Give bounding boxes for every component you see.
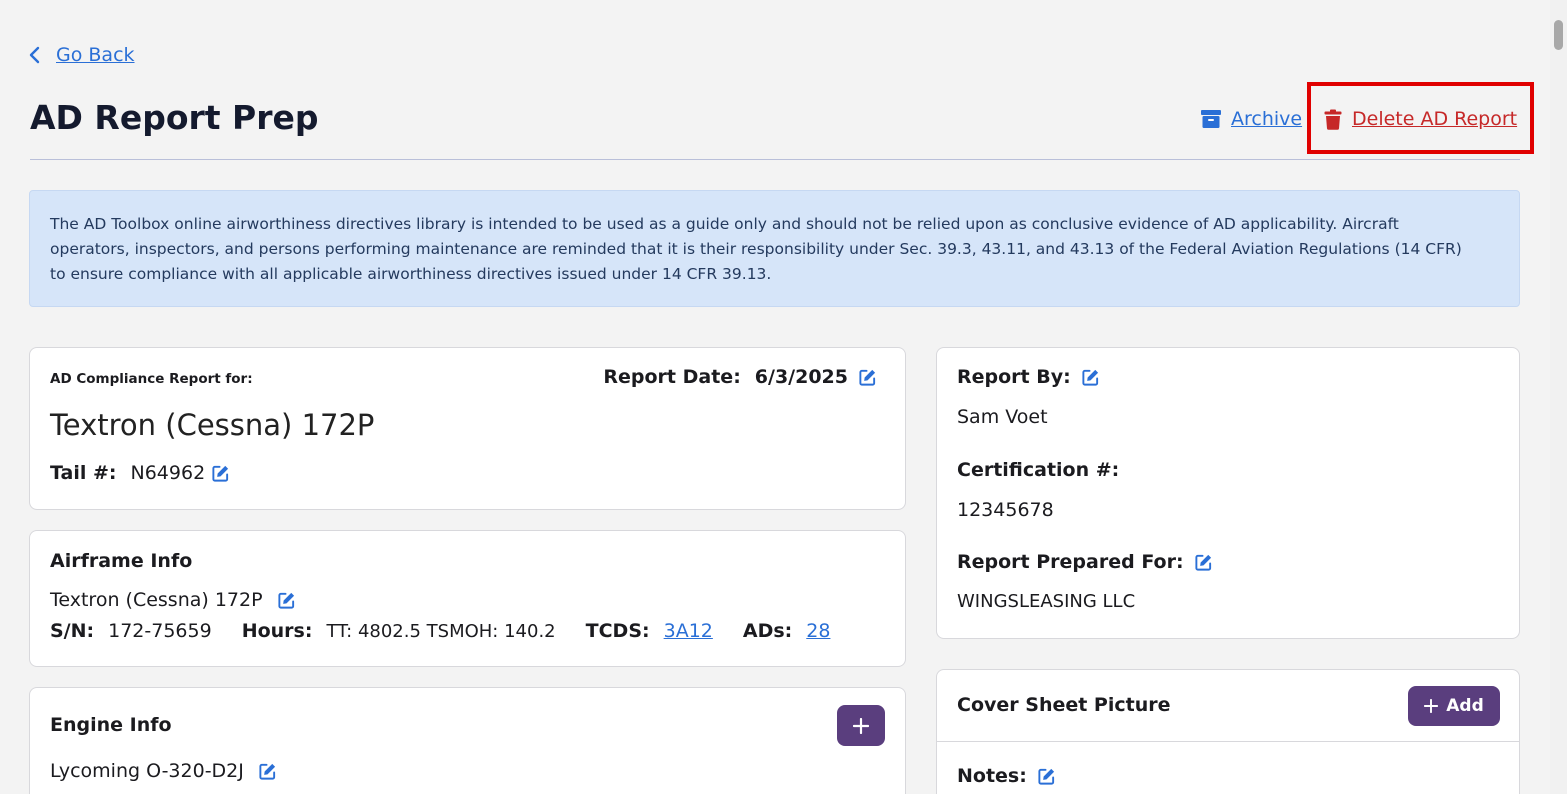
tcds-label: TCDS:: [585, 620, 650, 642]
airframe-details: S/N: 172-75659 Hours: TT: 4802.5 TSMOH: …: [50, 620, 830, 642]
plus-icon: [853, 717, 869, 734]
airframe-model: Textron (Cessna) 172P: [50, 589, 263, 611]
report-by-name: Sam Voet: [957, 406, 1048, 428]
certification-label: Certification #:: [957, 459, 1120, 481]
notes-label: Notes:: [957, 765, 1027, 787]
airframe-title: Airframe Info: [50, 550, 193, 572]
aircraft-name: Textron (Cessna) 172P: [50, 408, 375, 442]
tail-label: Tail #:: [50, 462, 117, 484]
tail-value: N64962: [130, 462, 206, 484]
disclaimer-banner: The AD Toolbox online airworthiness dire…: [29, 190, 1520, 307]
plus-icon: [1424, 699, 1439, 713]
ads-label: ADs:: [742, 620, 793, 642]
report-card: AD Compliance Report for: Report Date: 6…: [29, 347, 906, 510]
disclaimer-line-2: operators, inspectors, and persons perfo…: [50, 240, 1462, 258]
report-for-label: AD Compliance Report for:: [50, 371, 253, 387]
engine-model: Lycoming O-320-D2J: [50, 760, 244, 782]
engine-title: Engine Info: [50, 714, 172, 736]
report-date-label: Report Date:: [603, 366, 741, 388]
edit-engine-icon[interactable]: [258, 762, 277, 781]
go-back-label: Go Back: [56, 44, 135, 66]
cover-sheet-title: Cover Sheet Picture: [957, 694, 1171, 716]
add-engine-button[interactable]: [837, 705, 885, 746]
airframe-card: Airframe Info Textron (Cessna) 172P S/N:…: [29, 530, 906, 667]
prepared-for-row: Report Prepared For:: [957, 551, 1213, 573]
add-cover-button[interactable]: Add: [1408, 686, 1500, 726]
report-by-label: Report By:: [957, 366, 1071, 388]
edit-prepared-for-icon[interactable]: [1194, 553, 1213, 572]
tail-number: Tail #: N64962: [50, 462, 230, 484]
header-divider: [30, 159, 1520, 160]
airframe-model-row: Textron (Cessna) 172P: [50, 589, 296, 611]
disclaimer-line-3: to ensure compliance with all applicable…: [50, 265, 772, 283]
cover-sheet-card: Cover Sheet Picture Add Notes:: [936, 669, 1520, 794]
tcds-link[interactable]: 3A12: [664, 620, 713, 642]
engine-card: Engine Info Lycoming O-320-D2J: [29, 687, 906, 794]
cover-divider: [937, 741, 1519, 742]
delete-ad-report-label: Delete AD Report: [1352, 108, 1518, 130]
archive-button[interactable]: Archive: [1200, 106, 1302, 132]
notes-row: Notes:: [957, 765, 1056, 787]
add-cover-label: Add: [1446, 696, 1484, 716]
report-date: Report Date: 6/3/2025: [603, 366, 877, 388]
edit-tail-icon[interactable]: [211, 464, 230, 483]
report-by-card: Report By: Sam Voet Certification #: 123…: [936, 347, 1520, 639]
sn-label: S/N:: [50, 620, 95, 642]
edit-airframe-icon[interactable]: [277, 591, 296, 610]
edit-report-by-icon[interactable]: [1081, 368, 1100, 387]
report-date-value: 6/3/2025: [754, 366, 848, 388]
go-back-link[interactable]: Go Back: [28, 42, 135, 68]
scrollbar-thumb[interactable]: [1554, 20, 1563, 50]
sn-value: 172-75659: [108, 620, 212, 642]
report-by-row: Report By:: [957, 366, 1100, 388]
delete-ad-report-button[interactable]: Delete AD Report: [1324, 106, 1517, 132]
prepared-for-value: WINGSLEASING LLC: [957, 591, 1136, 612]
engine-model-row: Lycoming O-320-D2J: [50, 760, 277, 782]
hours-value: TT: 4802.5 TSMOH: 140.2: [326, 620, 556, 642]
disclaimer-line-1: The AD Toolbox online airworthiness dire…: [50, 215, 1399, 233]
edit-report-date-icon[interactable]: [858, 368, 877, 387]
trash-icon: [1324, 109, 1342, 130]
prepared-for-label: Report Prepared For:: [957, 551, 1184, 573]
archive-icon: [1201, 110, 1221, 128]
hours-label: Hours:: [241, 620, 313, 642]
ads-link[interactable]: 28: [806, 620, 830, 642]
edit-notes-icon[interactable]: [1037, 767, 1056, 786]
certification-value: 12345678: [957, 499, 1054, 521]
page-scrollbar[interactable]: [1550, 0, 1567, 794]
page-title: AD Report Prep: [30, 98, 319, 137]
chevron-left-icon: [29, 46, 40, 64]
archive-label: Archive: [1231, 108, 1303, 130]
